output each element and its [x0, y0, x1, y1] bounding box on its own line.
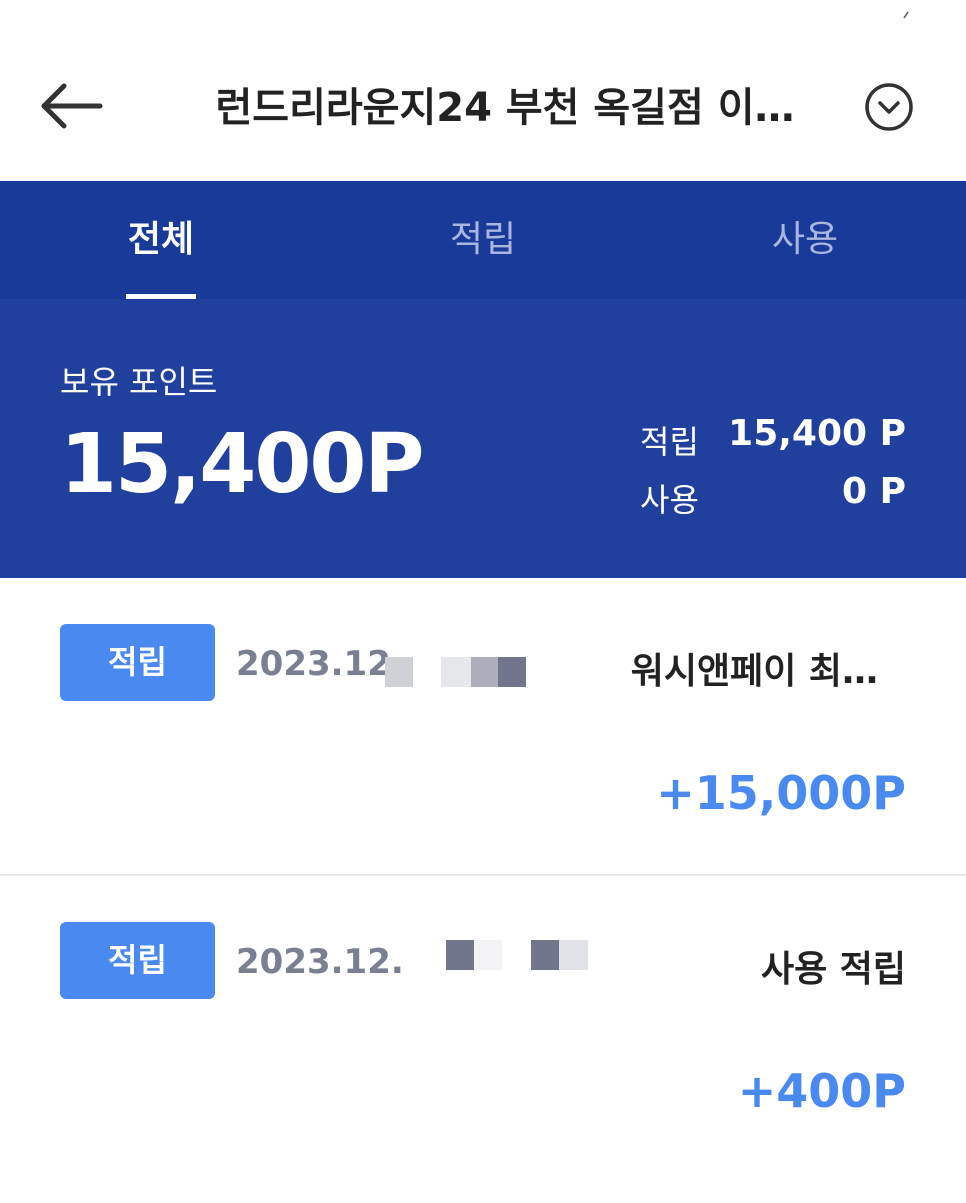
redacted-block	[474, 940, 502, 970]
earned-value: 15,400 P	[728, 413, 906, 454]
transaction-description: 워시앤페이 최…	[630, 651, 878, 692]
chevron-down-circle-icon	[865, 83, 913, 131]
app-header: 런드리라운지24 부천 옥길점 이…	[0, 0, 966, 181]
transaction-date: 2023.12.	[236, 942, 404, 982]
transaction-date: 2023.12.	[236, 644, 404, 684]
redacted-block	[471, 657, 498, 687]
points-label: 보유 포인트	[60, 363, 218, 401]
tab-all[interactable]: 전체	[0, 181, 322, 299]
redacted-block	[531, 940, 559, 970]
tab-bar: 전체 적립 사용	[0, 181, 966, 299]
used-value: 0 P	[842, 471, 906, 512]
transaction-item[interactable]: 적립 2023.12. 워시앤페이 최… +15,000P	[0, 578, 966, 874]
arrow-left-icon	[41, 83, 103, 129]
transaction-type-badge: 적립	[60, 922, 215, 999]
transaction-amount: +400P	[737, 1064, 906, 1118]
transaction-description: 사용 적립	[760, 949, 906, 990]
tab-use[interactable]: 사용	[644, 181, 966, 299]
earned-label: 적립	[640, 423, 699, 461]
back-button[interactable]	[38, 82, 104, 130]
points-total: 15,400P	[60, 417, 425, 512]
page-title: 런드리라운지24 부천 옥길점 이…	[215, 85, 795, 131]
status-bar-mark	[903, 4, 909, 19]
redacted-block	[385, 657, 413, 687]
used-label: 사용	[640, 481, 699, 519]
redacted-block	[446, 940, 474, 970]
redacted-block	[559, 940, 588, 970]
dropdown-button[interactable]	[864, 82, 914, 132]
redacted-block	[441, 657, 471, 687]
tab-earn[interactable]: 적립	[322, 181, 644, 299]
redacted-block	[498, 657, 526, 687]
transaction-item[interactable]: 적립 2023.12. 사용 적립 +400P	[0, 876, 966, 1176]
transaction-type-badge: 적립	[60, 624, 215, 701]
transaction-amount: +15,000P	[656, 766, 906, 820]
points-summary: 보유 포인트 15,400P 적립 15,400 P 사용 0 P	[0, 299, 966, 578]
